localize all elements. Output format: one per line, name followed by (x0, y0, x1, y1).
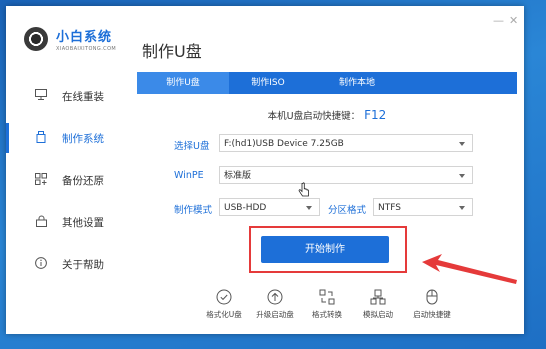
tool-simulate-boot[interactable]: 模拟启动 (350, 288, 406, 320)
mode-label: 制作模式 (174, 205, 213, 216)
usb-select-value: F:(hd1)USB Device 7.25GB (224, 139, 344, 149)
tab-bar: 制作U盘 制作ISO 制作本地 (137, 72, 517, 94)
partition-select[interactable]: NTFS (373, 198, 473, 216)
sidebar-item-about-help[interactable]: 关于帮助 (6, 249, 128, 279)
tool-format-usb[interactable]: 格式化U盘 (196, 288, 252, 320)
app-subtitle: XIAOBAIXITONG.COM (56, 46, 117, 52)
tab-make-local[interactable]: 制作本地 (307, 72, 407, 94)
mode-select[interactable]: USB-HDD (219, 198, 320, 216)
winpe-label: WinPE (174, 170, 204, 181)
sidebar-item-label: 制作系统 (62, 132, 104, 145)
usb-label: 选择U盘 (174, 141, 210, 152)
start-button[interactable]: 开始制作 (261, 236, 389, 263)
sidebar-item-label: 在线重装 (62, 90, 104, 103)
tool-label: 升级启动盘 (256, 310, 294, 319)
tool-label: 格式转换 (312, 310, 342, 319)
tool-label: 启动快捷键 (413, 310, 451, 319)
logo-icon (24, 27, 48, 51)
pointer-arrow-icon (422, 254, 517, 284)
convert-icon (299, 288, 355, 306)
tab-make-iso[interactable]: 制作ISO (229, 72, 307, 94)
tool-format-convert[interactable]: 格式转换 (299, 288, 355, 320)
app-name: 小白系统 (56, 30, 113, 45)
chevron-down-icon (306, 206, 312, 210)
sidebar-item-label: 关于帮助 (62, 258, 104, 271)
tool-upgrade-boot[interactable]: 升级启动盘 (247, 288, 303, 320)
chevron-down-icon (459, 174, 465, 178)
tool-boot-shortcut[interactable]: 启动快捷键 (404, 288, 460, 320)
shortcut-hint: 本机U盘启动快捷键： F12 (137, 108, 517, 122)
hand-cursor-icon (298, 182, 309, 197)
app-logo: 小白系统 XIAOBAIXITONG.COM (24, 26, 116, 52)
sidebar-item-make-system[interactable]: 制作系统 (6, 123, 128, 153)
mode-select-value: USB-HDD (224, 203, 267, 213)
usb-select[interactable]: F:(hd1)USB Device 7.25GB (219, 134, 473, 152)
sidebar: 小白系统 XIAOBAIXITONG.COM 在线重装 制作系统 备份还原 其他… (6, 6, 128, 334)
sidebar-item-label: 备份还原 (62, 174, 104, 187)
sidebar-item-backup-restore[interactable]: 备份还原 (6, 165, 128, 195)
lock-icon (34, 215, 48, 230)
partition-select-value: NTFS (378, 203, 401, 213)
check-circle-icon (196, 288, 252, 306)
mouse-icon (404, 288, 460, 306)
active-indicator (6, 123, 9, 153)
minimize-icon[interactable]: — (493, 14, 504, 27)
chevron-down-icon (459, 142, 465, 146)
shortcut-key: F12 (364, 108, 387, 122)
tool-label: 模拟启动 (363, 310, 393, 319)
sidebar-item-label: 其他设置 (62, 216, 104, 229)
upload-circle-icon (247, 288, 303, 306)
winpe-select-value: 标准版 (224, 171, 252, 181)
tab-make-usb[interactable]: 制作U盘 (137, 72, 229, 94)
usb-icon (34, 130, 48, 146)
winpe-select[interactable]: 标准版 (219, 166, 473, 184)
backup-icon (34, 172, 48, 188)
shortcut-label: 本机U盘启动快捷键： (267, 111, 361, 122)
info-icon (34, 256, 48, 272)
tool-label: 格式化U盘 (206, 310, 242, 319)
simulate-icon (350, 288, 406, 306)
close-icon[interactable]: ✕ (509, 14, 518, 27)
page-title: 制作U盘 (142, 42, 202, 61)
sidebar-item-other-settings[interactable]: 其他设置 (6, 207, 128, 237)
sidebar-item-online-reinstall[interactable]: 在线重装 (6, 81, 128, 111)
app-window: 小白系统 XIAOBAIXITONG.COM 在线重装 制作系统 备份还原 其他… (6, 6, 524, 334)
partition-label: 分区格式 (328, 205, 367, 216)
chevron-down-icon (459, 206, 465, 210)
monitor-icon (34, 89, 48, 103)
